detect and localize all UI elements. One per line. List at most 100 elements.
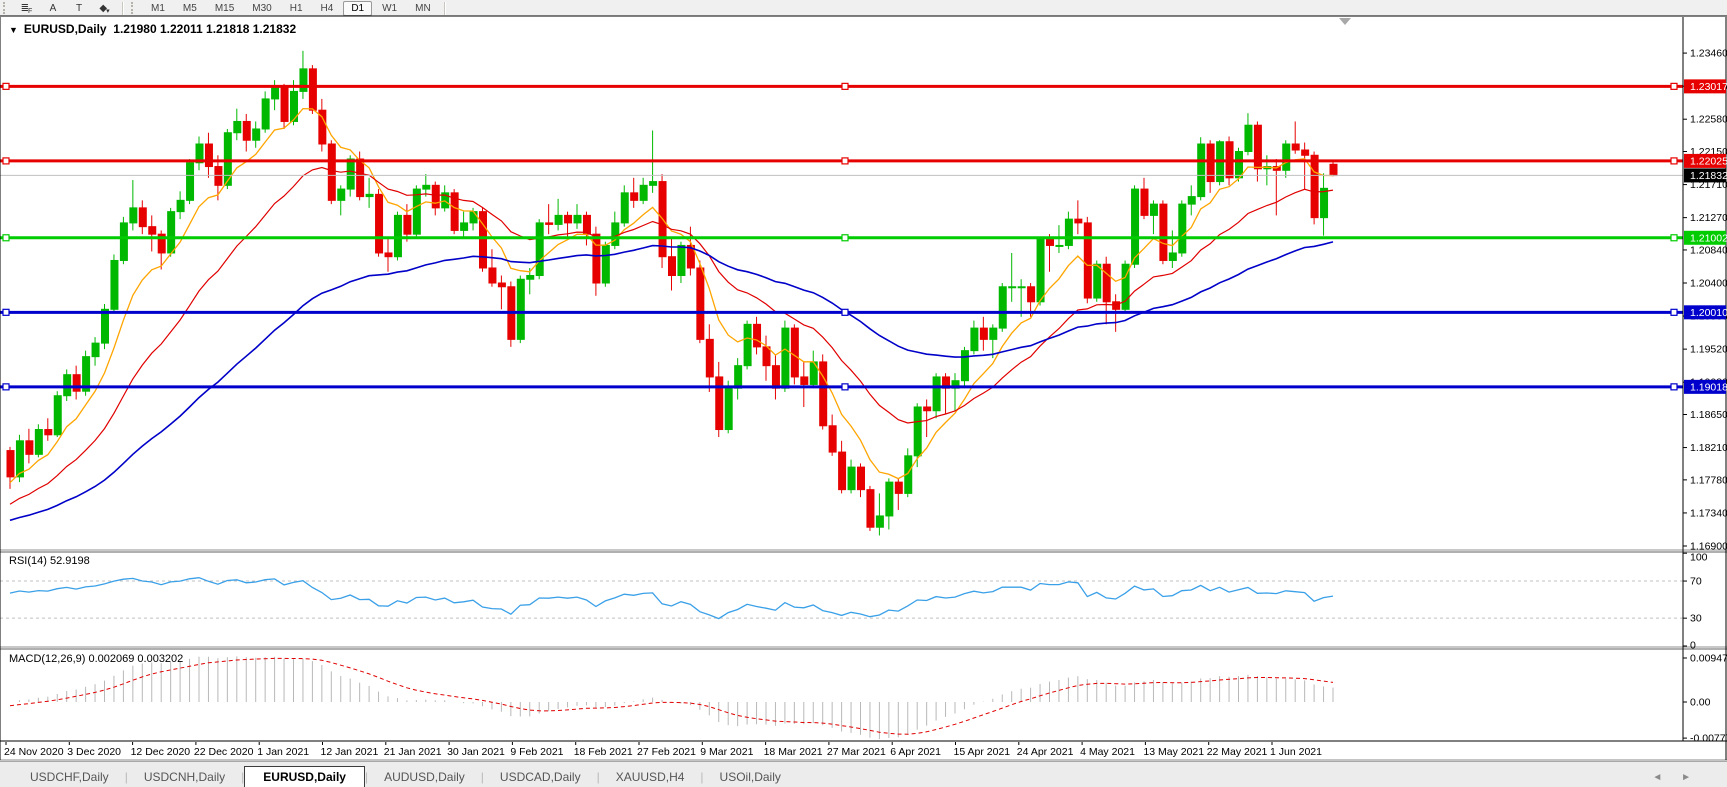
chart-header: ▼EURUSD,Daily 1.21980 1.22011 1.21818 1.… [9, 22, 296, 36]
chart-tab-audusd[interactable]: AUDUSD,Daily [368, 767, 481, 787]
hline-handle[interactable] [3, 235, 9, 241]
candle [498, 283, 505, 287]
hline-handle[interactable] [842, 83, 848, 89]
chart-tab-usdcnh[interactable]: USDCNH,Daily [128, 767, 241, 787]
date-tick-label: 9 Mar 2021 [700, 746, 753, 758]
price-tick-label: 1.20400 [1690, 278, 1727, 290]
price-tick-label: 1.18650 [1690, 409, 1727, 421]
candle [1103, 264, 1110, 302]
hline-handle[interactable] [842, 158, 848, 164]
candle [1236, 152, 1243, 178]
candle [309, 69, 316, 110]
candle [1321, 188, 1328, 217]
candle [1283, 144, 1290, 170]
candle [168, 212, 175, 253]
candle [565, 215, 572, 223]
candle [1207, 144, 1214, 182]
chart-tab-eurusd[interactable]: EURUSD,Daily [244, 766, 365, 787]
chart-symbol-label: EURUSD,Daily [24, 22, 107, 36]
chart-tab-usoil[interactable]: USOil,Daily [704, 767, 797, 787]
hline-handle[interactable] [842, 235, 848, 241]
hline-handle[interactable] [1671, 309, 1677, 315]
hline-handle[interactable] [3, 158, 9, 164]
candle [716, 377, 723, 430]
hline-handle[interactable] [1671, 83, 1677, 89]
candle [394, 215, 401, 256]
candle [876, 516, 883, 527]
date-tick-label: 1 Jun 2021 [1270, 746, 1322, 758]
hline-handle[interactable] [3, 83, 9, 89]
hline-handle[interactable] [1671, 235, 1677, 241]
hline-handle[interactable] [3, 309, 9, 315]
hline-handle[interactable] [842, 384, 848, 390]
price-tick-label: 1.21270 [1690, 212, 1727, 224]
candle [300, 69, 307, 92]
candle [772, 366, 779, 389]
candle [1056, 245, 1063, 246]
hline-handle[interactable] [3, 384, 9, 390]
date-tick-label: 22 May 2021 [1207, 746, 1268, 758]
candle [820, 362, 827, 426]
candle [782, 328, 789, 388]
candle [546, 223, 553, 225]
date-tick-label: 4 May 2021 [1080, 746, 1135, 758]
candle [517, 279, 524, 339]
candle [527, 275, 534, 279]
candle [744, 324, 751, 365]
rsi-tick-label: 30 [1690, 613, 1702, 625]
candle [262, 99, 269, 129]
price-tick-label: 1.22580 [1690, 114, 1727, 126]
candle [858, 467, 865, 490]
rsi-tick-label: 0 [1690, 640, 1696, 652]
macd-tick-label: -0.007778 [1690, 733, 1727, 745]
hline-handle[interactable] [1671, 158, 1677, 164]
candle [1075, 219, 1082, 223]
candle [1132, 189, 1139, 264]
candle [933, 377, 940, 411]
candle [924, 407, 931, 411]
candle [404, 215, 411, 234]
hline-handle[interactable] [842, 309, 848, 315]
price-tick-label: 1.19520 [1690, 344, 1727, 356]
candle [990, 328, 997, 339]
date-tick-label: 13 May 2021 [1143, 746, 1204, 758]
macd-tick-label: 0.00 [1690, 697, 1711, 709]
chart-menu-icon[interactable]: ▼ [9, 25, 18, 35]
candle [536, 223, 543, 276]
date-tick-label: 6 Apr 2021 [890, 746, 941, 758]
hline-price-badge-label: 1.23017 [1690, 81, 1727, 93]
candle [205, 144, 212, 167]
date-tick-label: 22 Dec 2020 [194, 746, 254, 758]
date-tick-label: 27 Mar 2021 [827, 746, 886, 758]
candle [1094, 264, 1101, 298]
candle [971, 328, 978, 351]
hline-handle[interactable] [1671, 384, 1677, 390]
date-tick-label: 15 Apr 2021 [954, 746, 1011, 758]
chart-tab-usdchf[interactable]: USDCHF,Daily [14, 767, 125, 787]
candle [120, 223, 127, 261]
price-tick-label: 1.17340 [1690, 507, 1727, 519]
candle [1292, 144, 1299, 150]
chart-tab-xauusd[interactable]: XAUUSD,H4 [600, 767, 701, 787]
tab-scroll-arrows[interactable]: ◄ ► [1652, 772, 1699, 787]
hline-price-badge-label: 1.21002 [1690, 232, 1727, 244]
price-tick-label: 1.23460 [1690, 48, 1727, 60]
date-tick-label: 9 Feb 2021 [510, 746, 563, 758]
candle [867, 490, 874, 528]
date-tick-label: 21 Jan 2021 [384, 746, 442, 758]
date-tick-label: 30 Jan 2021 [447, 746, 505, 758]
candle [92, 343, 99, 357]
candle [839, 452, 846, 490]
date-tick-label: 18 Mar 2021 [764, 746, 823, 758]
candle [980, 328, 987, 339]
candle [1141, 189, 1148, 215]
rsi-tick-label: 70 [1690, 576, 1702, 588]
candle [1065, 219, 1072, 245]
chart-tabs: USDCHF,Daily|USDCNH,Daily|EURUSD,Daily|A… [14, 763, 797, 787]
candle [583, 215, 590, 234]
candle [612, 223, 619, 246]
candle [1198, 144, 1205, 197]
price-tick-label: 1.18210 [1690, 442, 1727, 454]
candle [801, 377, 808, 385]
chart-tab-usdcad[interactable]: USDCAD,Daily [484, 767, 597, 787]
